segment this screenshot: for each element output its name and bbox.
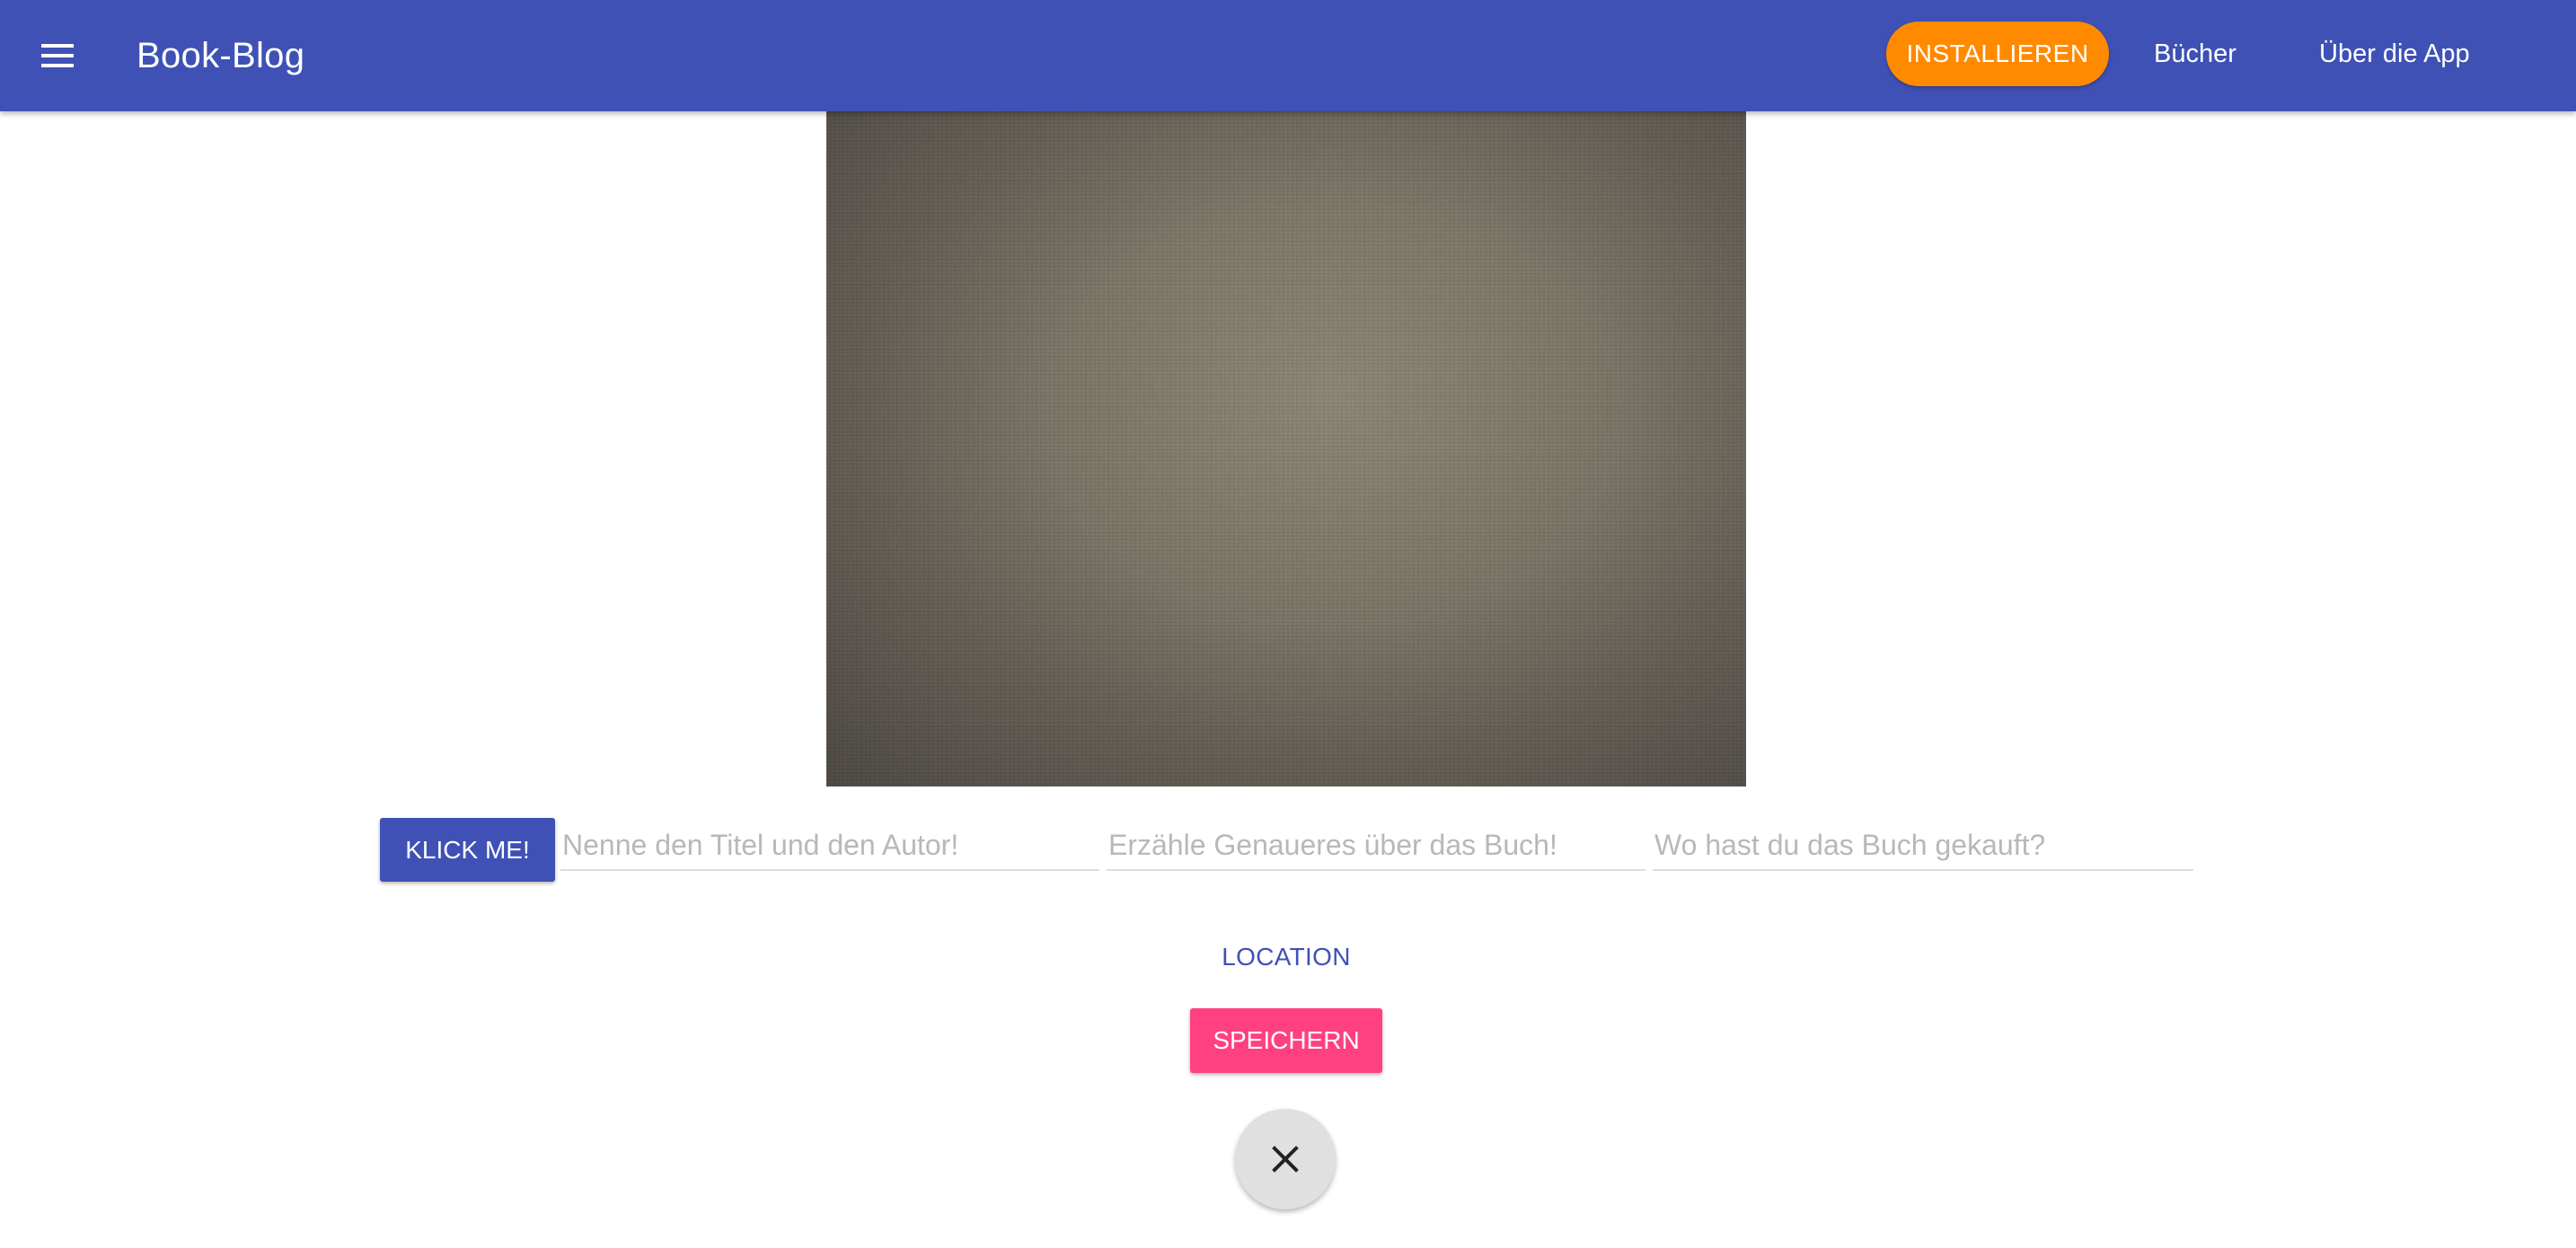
nav-link-about-app[interactable]: Über die App: [2319, 0, 2470, 111]
nav-link-books[interactable]: Bücher: [2154, 0, 2236, 111]
app-title[interactable]: Book-Blog: [137, 0, 304, 111]
purchase-location-input[interactable]: [1653, 821, 2193, 871]
camera-preview-vignette: [826, 111, 1746, 787]
install-button[interactable]: INSTALLIEREN: [1886, 22, 2109, 86]
title-author-input[interactable]: [560, 821, 1099, 871]
close-icon: [1272, 1146, 1299, 1173]
capture-button[interactable]: KLICK ME!: [380, 818, 555, 882]
description-input[interactable]: [1107, 821, 1645, 871]
location-button[interactable]: LOCATION: [1196, 934, 1376, 980]
camera-preview: [826, 111, 1746, 787]
save-button[interactable]: SPEICHERN: [1190, 1008, 1382, 1073]
app-bar: Book-Blog INSTALLIEREN Bücher Über die A…: [0, 0, 2576, 111]
close-button[interactable]: [1235, 1109, 1336, 1209]
menu-icon[interactable]: [36, 34, 79, 77]
